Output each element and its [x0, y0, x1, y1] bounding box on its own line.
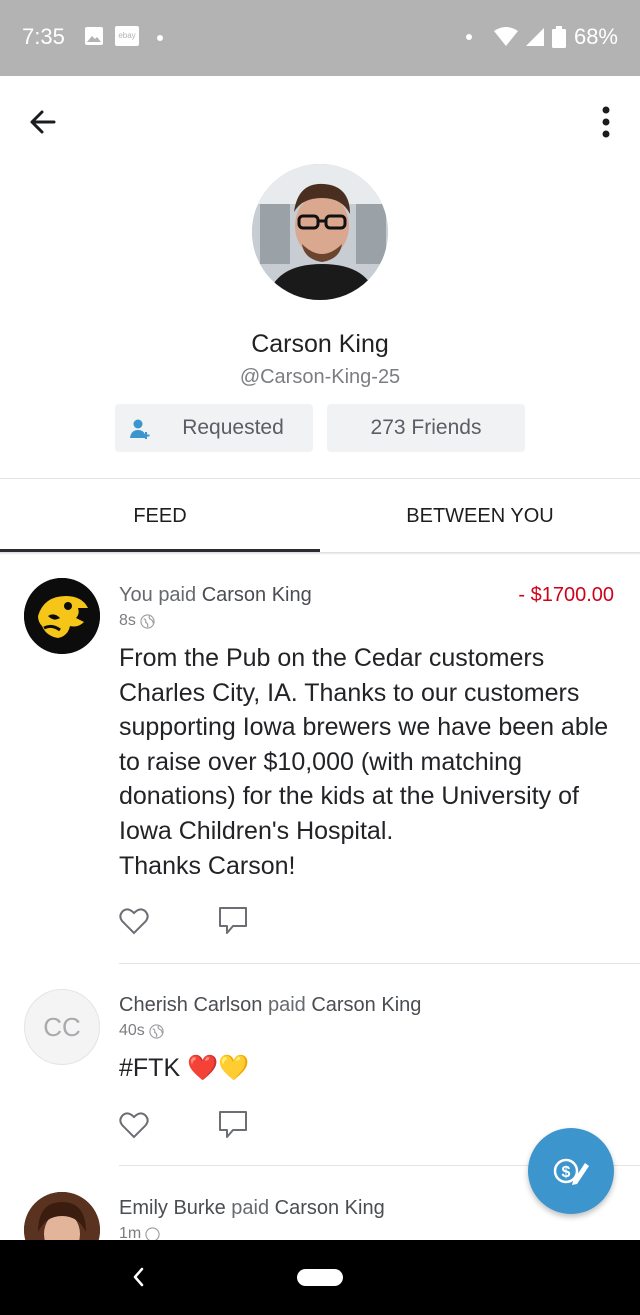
more-vertical-icon[interactable]: [594, 102, 618, 142]
divider: [0, 478, 640, 479]
svg-text:$: $: [562, 1164, 571, 1181]
feed-verb: paid: [267, 994, 306, 1016]
pay-or-request-button[interactable]: $: [528, 1128, 614, 1214]
tabs-shadow: [0, 552, 640, 555]
feed-item-header: You paid Carson King: [119, 584, 312, 607]
feed-avatar-hawkeye[interactable]: [24, 578, 100, 654]
heart-icon[interactable]: [119, 907, 149, 935]
ebay-icon: ebay: [115, 26, 139, 46]
feed-target[interactable]: Carson King: [275, 1197, 385, 1219]
requested-button[interactable]: Requested: [115, 404, 313, 452]
feed-verb: paid: [158, 584, 197, 606]
comment-icon[interactable]: [217, 1109, 249, 1141]
feed-item-header: Cherish Carlson paid Carson King: [119, 994, 421, 1017]
system-nav-bar: [0, 1240, 640, 1315]
signal-icon: [525, 28, 544, 46]
feed-actor[interactable]: Emily Burke: [119, 1197, 226, 1219]
requested-label: Requested: [182, 416, 284, 439]
image-icon: [85, 27, 103, 45]
status-bar: 7:35 ebay 68%: [0, 0, 640, 76]
feed-time: 8s: [119, 612, 155, 630]
hawkeye-logo-icon: [24, 578, 100, 654]
profile-handle: @Carson-King-25: [239, 366, 401, 388]
time-label: 8s: [119, 612, 136, 629]
feed-verb: paid: [231, 1197, 270, 1219]
feed-target[interactable]: Carson King: [202, 584, 312, 606]
feed-message: From the Pub on the Cedar customers Char…: [119, 644, 609, 880]
feed-message: #FTK ❤️💛: [119, 1054, 250, 1082]
heart-icon[interactable]: [119, 1111, 149, 1139]
feed-avatar-initials[interactable]: CC: [24, 989, 100, 1065]
status-time: 7:35: [22, 24, 65, 49]
feed-separator: [119, 963, 640, 964]
pay-request-icon: $: [553, 1158, 589, 1185]
comment-icon[interactable]: [217, 905, 249, 937]
profile-name: Carson King: [251, 330, 389, 358]
notification-dot-icon: [157, 35, 163, 41]
friends-label: 273 Friends: [370, 416, 482, 439]
feed-actor[interactable]: Cherish Carlson: [119, 994, 262, 1016]
tab-between-you[interactable]: BETWEEN YOU: [320, 480, 640, 552]
time-label: 40s: [119, 1022, 145, 1039]
payment-amount: - $1700.00: [518, 584, 614, 606]
dot-icon: [465, 34, 472, 40]
home-pill[interactable]: [297, 1269, 343, 1286]
person-add-icon: [130, 419, 150, 439]
feed-actor[interactable]: You: [119, 584, 153, 606]
feed-time: 40s: [119, 1022, 164, 1040]
tab-feed[interactable]: FEED: [0, 480, 320, 552]
globe-icon: [149, 1023, 164, 1039]
profile-avatar: [250, 162, 390, 302]
wifi-icon: [493, 27, 518, 46]
arrow-left-icon[interactable]: [24, 102, 64, 142]
app-bar: [0, 76, 640, 164]
friends-button[interactable]: 273 Friends: [327, 404, 525, 452]
feed-item-header: Emily Burke paid Carson King: [119, 1197, 385, 1220]
globe-icon: [140, 613, 155, 629]
battery-icon: [551, 26, 566, 48]
nav-back-icon[interactable]: [128, 1264, 150, 1290]
feed-target[interactable]: Carson King: [311, 994, 421, 1016]
battery-percent: 68%: [573, 24, 618, 49]
